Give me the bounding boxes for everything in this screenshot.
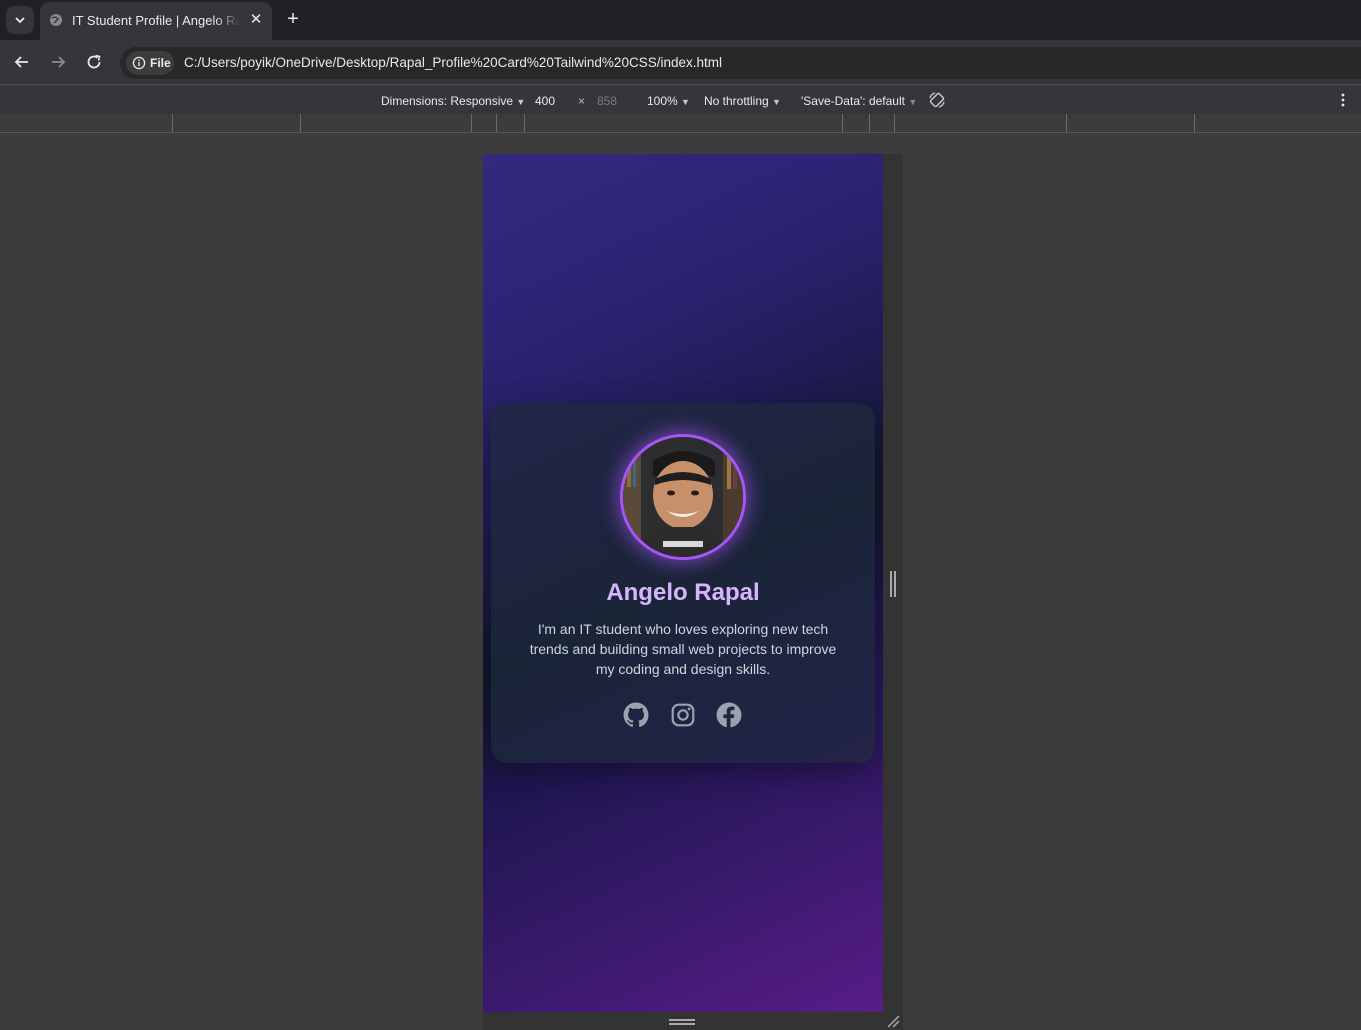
throttling-label: No throttling [704,94,769,108]
zoom-dropdown[interactable]: 100% ▼ [647,94,690,108]
site-info-chip[interactable]: File [126,51,174,75]
ruler-mark[interactable] [496,114,497,132]
back-arrow-icon[interactable] [12,52,32,72]
avatar [620,434,746,560]
tab-title: IT Student Profile | Angelo Rapal [72,13,240,28]
zoom-label: 100% [647,94,678,108]
reload-icon[interactable] [84,52,104,72]
browser-toolbar: File C:/Users/poyik/OneDrive/Desktop/Rap… [0,40,1361,85]
instagram-icon[interactable] [670,702,696,728]
address-bar[interactable]: File C:/Users/poyik/OneDrive/Desktop/Rap… [120,47,1361,79]
width-input[interactable]: 400 [535,94,555,108]
url-text[interactable]: C:/Users/poyik/OneDrive/Desktop/Rapal_Pr… [184,55,722,70]
dropdown-caret-icon: ▼ [772,97,781,107]
ruler-mark[interactable] [842,114,843,132]
close-tab-icon[interactable]: ✕ [248,12,264,28]
resize-handle-bottom[interactable] [669,1019,695,1025]
ruler-mark[interactable] [869,114,870,132]
dropdown-caret-icon: ▼ [908,97,918,107]
avatar-photo [623,437,743,557]
facebook-icon[interactable] [716,702,742,728]
globe-icon [50,14,62,26]
github-icon[interactable] [623,702,649,728]
ruler-mark[interactable] [300,114,301,132]
tab-search-button[interactable] [6,6,34,34]
dropdown-caret-icon: ▼ [516,97,526,107]
profile-bio: I'm an IT student who loves exploring ne… [529,621,837,677]
more-options-icon[interactable] [1338,93,1348,107]
profile-name: Angelo Rapal [606,579,760,606]
chip-label: File [150,56,171,70]
dimensions-label: Dimensions: Responsive [381,94,514,108]
profile-card: Angelo Rapal I'm an IT student who loves… [491,403,875,763]
media-query-bar [0,114,1361,133]
browser-tab[interactable]: IT Student Profile | Angelo Rapal ✕ [40,2,272,40]
chevron-down-icon [15,17,25,24]
ruler-mark[interactable] [524,114,525,132]
forward-arrow-icon[interactable] [48,52,68,72]
ruler-mark[interactable] [1066,114,1067,132]
ruler-mark[interactable] [894,114,895,132]
rotate-icon[interactable] [928,91,946,109]
tab-strip: IT Student Profile | Angelo Rapal ✕ + [0,0,1361,40]
ruler-mark[interactable] [471,114,472,132]
resize-handle-right[interactable] [890,571,896,597]
emulated-viewport: Angelo Rapal I'm an IT student who loves… [483,154,883,1012]
throttling-dropdown[interactable]: No throttling ▼ [704,94,781,108]
dropdown-caret-icon: ▼ [681,97,690,107]
save-data-label: 'Save-Data': default [801,94,905,108]
info-icon [132,56,146,70]
ruler-mark[interactable] [172,114,173,132]
device-toolbar: Dimensions: Responsive ▼ 400 × 858 100% … [0,86,1361,114]
dimensions-dropdown[interactable]: Dimensions: Responsive ▼ [381,94,525,108]
ruler-mark[interactable] [1194,114,1195,132]
save-data-dropdown[interactable]: 'Save-Data': default ▼ [801,94,917,108]
resize-handle-corner[interactable] [885,1014,901,1028]
new-tab-button[interactable]: + [282,8,304,30]
height-input[interactable]: 858 [597,94,617,108]
dimension-separator: × [578,94,586,108]
